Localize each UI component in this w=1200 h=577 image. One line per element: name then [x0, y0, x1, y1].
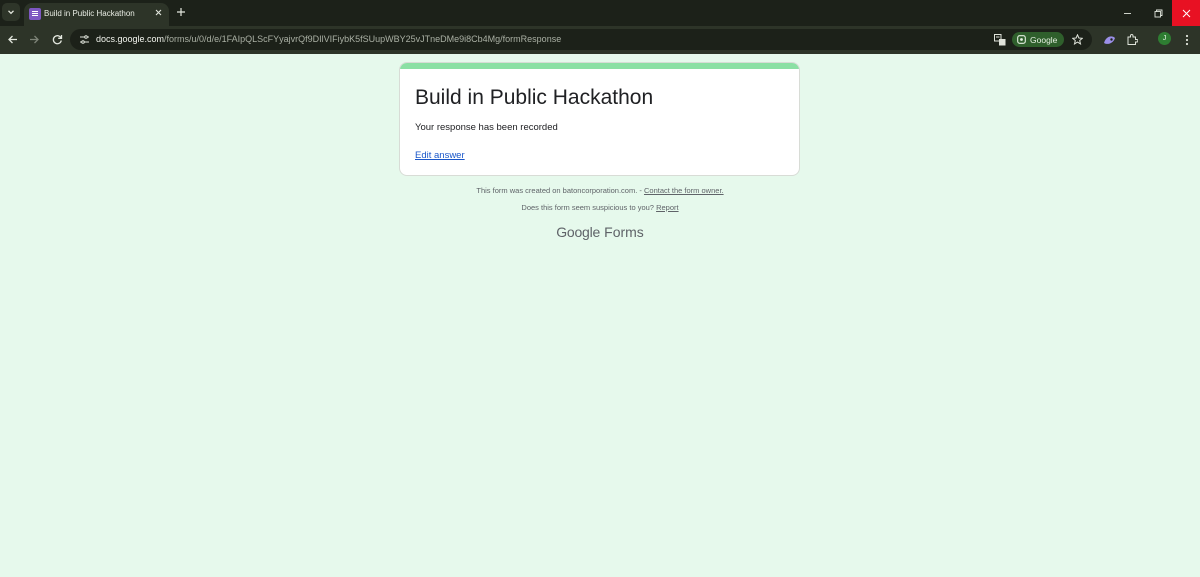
reload-icon: [52, 34, 62, 44]
suspicious-notice: Does this form seem suspicious to you? R…: [0, 203, 1200, 212]
translate-button[interactable]: [992, 32, 1007, 47]
star-icon: [1072, 34, 1083, 45]
tab-close-button[interactable]: [153, 6, 164, 18]
restore-icon: [1154, 9, 1162, 17]
forward-arrow-icon: [29, 35, 39, 43]
window-close-button[interactable]: [1172, 0, 1200, 26]
form-origin-text: This form was created on batoncorporatio…: [476, 186, 642, 195]
google-chip-label: Google: [1030, 34, 1058, 45]
report-link[interactable]: Report: [656, 203, 679, 212]
plus-icon: [177, 8, 185, 16]
minimize-icon: [1123, 12, 1131, 14]
site-settings-icon[interactable]: [78, 33, 91, 46]
google-lens-chip[interactable]: Google: [1012, 32, 1064, 47]
tab-title: Build in Public Hackathon: [44, 9, 135, 18]
window-close-icon: [1182, 9, 1190, 17]
address-bar[interactable]: docs.google.com/forms/u/0/d/e/1FAIpQLScF…: [70, 29, 1092, 50]
back-button[interactable]: [4, 31, 20, 47]
tab-search-button[interactable]: [2, 3, 20, 21]
url-path: /forms/u/0/d/e/1FAIpQLScFYyajvrQf9DIlVIF…: [164, 34, 562, 44]
url-text[interactable]: docs.google.com/forms/u/0/d/e/1FAIpQLScF…: [96, 34, 561, 44]
browser-toolbar: docs.google.com/forms/u/0/d/e/1FAIpQLScF…: [0, 26, 1200, 54]
browser-tab[interactable]: Build in Public Hackathon: [24, 3, 169, 26]
tab-strip: Build in Public Hackathon: [0, 0, 1200, 26]
avatar[interactable]: J: [1158, 32, 1171, 45]
new-tab-button[interactable]: [174, 5, 188, 19]
translate-icon: [993, 33, 1005, 45]
logo-brand: Google: [556, 224, 601, 240]
logo-product: Forms: [604, 224, 644, 240]
form-origin-notice: This form was created on batoncorporatio…: [0, 186, 1200, 195]
forward-button[interactable]: [26, 31, 42, 47]
more-icon: [1185, 34, 1189, 46]
back-arrow-icon: [7, 35, 17, 43]
card-accent-bar: [400, 63, 799, 69]
edit-answer-link[interactable]: Edit answer: [415, 150, 465, 161]
close-icon: [155, 9, 162, 15]
form-title: Build in Public Hackathon: [415, 86, 654, 109]
bookmark-button[interactable]: [1070, 32, 1085, 47]
forms-favicon-icon: [29, 8, 41, 20]
url-host: docs.google.com: [96, 34, 165, 44]
google-lens-icon: [1017, 35, 1026, 44]
google-forms-logo[interactable]: Google Forms: [0, 224, 1200, 240]
contact-owner-link[interactable]: Contact the form owner.: [644, 186, 724, 195]
confirmation-message: Your response has been recorded: [415, 122, 558, 133]
extensions-button[interactable]: [1124, 32, 1140, 48]
chevron-down-icon: [8, 10, 14, 15]
extensions-icon: [1127, 34, 1138, 45]
gemini-icon: [1103, 35, 1115, 44]
gemini-button[interactable]: [1101, 32, 1117, 48]
reload-button[interactable]: [49, 31, 65, 47]
response-card: Build in Public Hackathon Your response …: [399, 62, 800, 176]
suspicious-text: Does this form seem suspicious to you?: [521, 203, 654, 212]
more-menu-button[interactable]: [1179, 32, 1195, 48]
